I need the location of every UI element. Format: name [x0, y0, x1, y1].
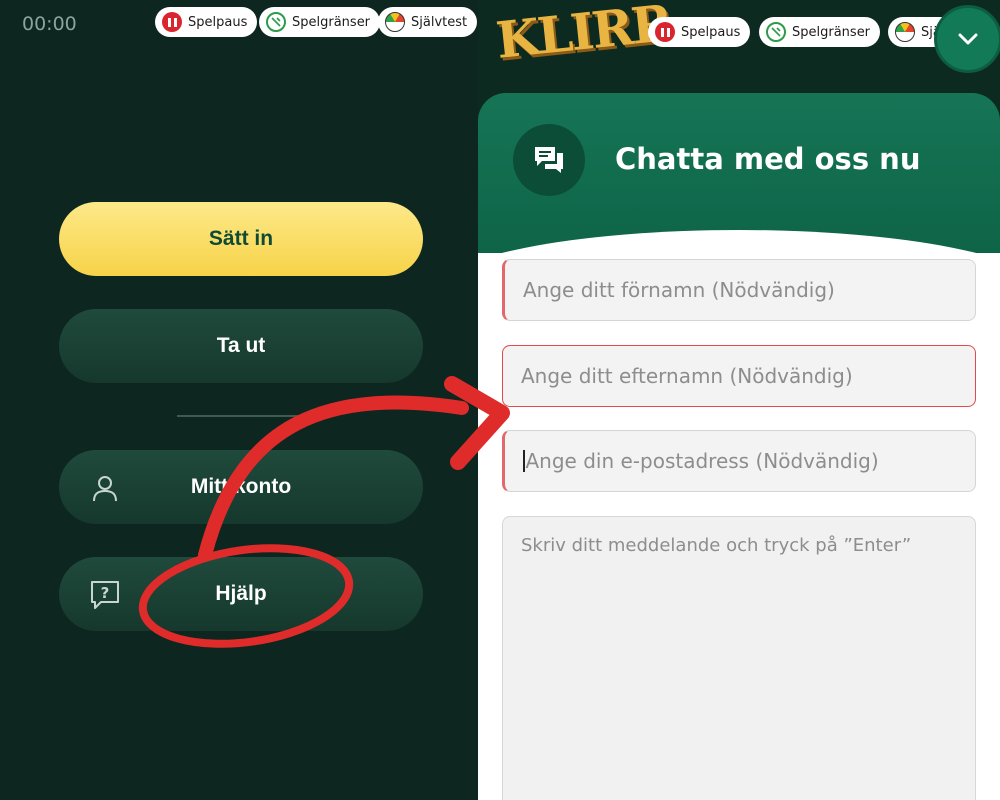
my-account-button[interactable]: Mitt konto: [59, 450, 423, 524]
email-field[interactable]: Ange din e-postadress (Nödvändig): [502, 430, 976, 492]
sjalvtest-button[interactable]: Självtest: [378, 7, 478, 37]
message-placeholder: Skriv ditt meddelande och tryck på ”Ente…: [521, 535, 912, 556]
spelpaus-button-2[interactable]: Spelpaus: [648, 17, 751, 47]
withdraw-button[interactable]: Ta ut: [59, 309, 423, 383]
last-name-placeholder: Ange ditt efternamn (Nödvändig): [521, 364, 853, 388]
last-name-field[interactable]: Ange ditt efternamn (Nödvändig): [502, 345, 976, 407]
spelgranser-label-2: Spelgränser: [792, 24, 871, 40]
status-clock: 00:00: [22, 13, 77, 35]
spelpaus-button[interactable]: Spelpaus: [155, 7, 258, 37]
collapse-chat-button[interactable]: [934, 5, 1000, 73]
help-icon: ?: [91, 581, 119, 609]
first-name-field[interactable]: Ange ditt förnamn (Nödvändig): [502, 259, 976, 321]
deposit-button[interactable]: Sätt in: [59, 202, 423, 276]
menu-divider: [177, 415, 305, 417]
message-textarea[interactable]: Skriv ditt meddelande och tryck på ”Ente…: [502, 516, 976, 800]
chat-title: Chatta med oss nu: [615, 142, 921, 176]
limits-icon: [266, 12, 286, 32]
gauge-icon: [895, 22, 915, 42]
chevron-down-icon: [958, 33, 978, 45]
limits-icon: [766, 22, 786, 42]
chat-icon: [513, 124, 585, 196]
chat-panel: KLIRR Spelpaus Spelgränser Självt Chatta…: [478, 0, 1000, 800]
spelgranser-label: Spelgränser: [292, 14, 371, 30]
email-placeholder: Ange din e-postadress (Nödvändig): [525, 449, 879, 473]
first-name-placeholder: Ange ditt förnamn (Nödvändig): [523, 278, 835, 302]
my-account-label: Mitt konto: [190, 475, 292, 498]
gauge-icon: [385, 12, 405, 32]
help-label: Hjälp: [215, 582, 267, 605]
pause-icon: [655, 22, 675, 42]
spelpaus-label: Spelpaus: [188, 14, 248, 30]
svg-text:?: ?: [101, 584, 110, 602]
spelpaus-label-2: Spelpaus: [681, 24, 741, 40]
sjalvtest-label: Självtest: [411, 14, 468, 30]
pause-icon: [162, 12, 182, 32]
deposit-label: Sätt in: [208, 227, 274, 250]
user-icon: [93, 476, 117, 502]
spelgranser-button-2[interactable]: Spelgränser: [759, 17, 881, 47]
mobile-menu-panel: 00:00 Spelpaus Spelgränser Självtest Sät…: [0, 0, 478, 800]
spelgranser-button[interactable]: Spelgränser: [259, 7, 381, 37]
withdraw-label: Ta ut: [216, 334, 266, 357]
help-button[interactable]: ? Hjälp: [59, 557, 423, 631]
